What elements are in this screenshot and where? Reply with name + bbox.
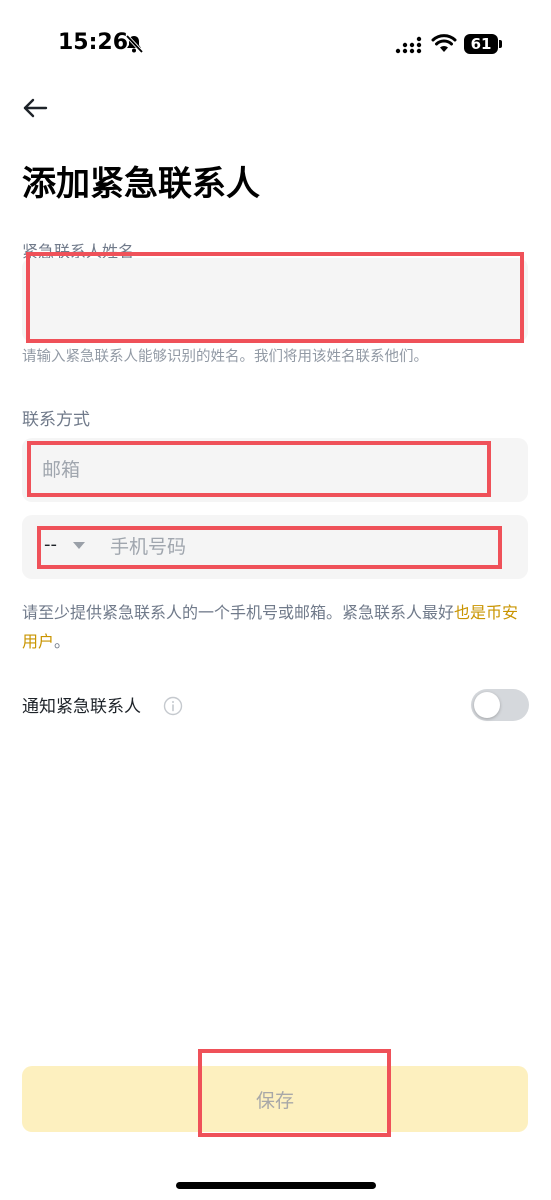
- wifi-icon: [431, 34, 457, 52]
- bell-slash-icon: [125, 34, 144, 54]
- notify-label: 通知紧急联系人: [22, 697, 141, 717]
- contact-hint: 请至少提供紧急联系人的一个手机号或邮箱。紧急联系人最好也是币安用户。: [22, 598, 532, 656]
- email-input[interactable]: [40, 449, 504, 491]
- notify-toggle[interactable]: [471, 689, 529, 721]
- name-input[interactable]: [22, 258, 528, 342]
- status-time: 15:26: [58, 30, 129, 55]
- contact-label: 联系方式: [22, 410, 90, 430]
- battery-icon: 61: [464, 34, 498, 54]
- contact-hint-text: 请至少提供紧急联系人的一个手机号或邮箱。紧急联系人最好: [22, 603, 455, 622]
- page-title: 添加紧急联系人: [22, 164, 260, 204]
- name-hint: 请输入紧急联系人能够识别的姓名。我们将用该姓名联系他们。: [22, 349, 428, 365]
- toggle-knob: [474, 692, 500, 718]
- home-indicator: [176, 1182, 376, 1189]
- save-button[interactable]: 保存: [22, 1066, 528, 1132]
- phone-input[interactable]: [108, 526, 492, 568]
- contact-hint-suffix: 。: [54, 632, 71, 651]
- battery-tip: [499, 40, 502, 48]
- signal-icon: [395, 36, 422, 54]
- country-code-select[interactable]: --: [44, 534, 57, 555]
- caret-down-icon[interactable]: [73, 542, 85, 550]
- info-icon[interactable]: [163, 696, 183, 716]
- arrow-left-icon[interactable]: [22, 96, 48, 120]
